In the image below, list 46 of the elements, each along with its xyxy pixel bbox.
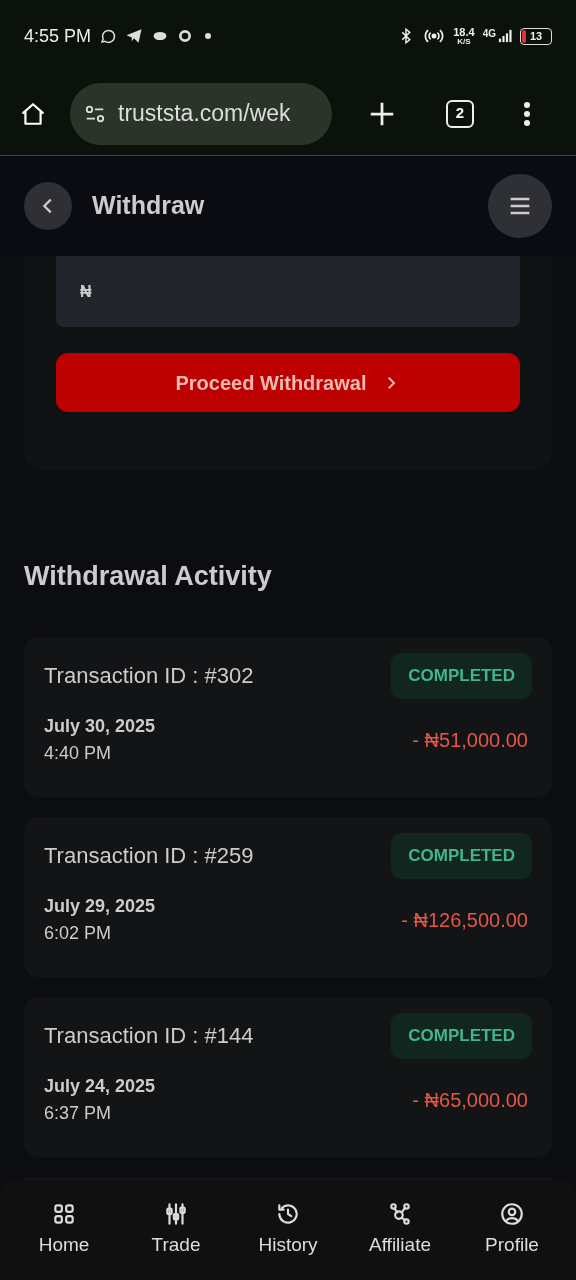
- status-badge: COMPLETED: [391, 1012, 532, 1059]
- transaction-date: July 24, 2025: [44, 1074, 156, 1098]
- nav-tab[interactable]: Home: [14, 1200, 114, 1260]
- url-text: truststa.com/wek: [118, 99, 291, 129]
- page-title: Withdraw: [92, 190, 206, 222]
- nav-tab[interactable]: Trade: [126, 1200, 226, 1260]
- status-badge: COMPLETED: [391, 832, 532, 879]
- paper-plane-icon: [125, 27, 144, 45]
- transaction-amount: - ₦51,000.00: [412, 727, 529, 753]
- transaction-card[interactable]: Transaction ID : #144 COMPLETED July 24, 2025 6:37 PM - ₦65,000.00: [24, 996, 552, 1157]
- chat-bubble-icon: [99, 27, 118, 45]
- sliders-icon: [163, 1200, 189, 1227]
- amount-field[interactable]: ₦: [56, 256, 520, 327]
- signal-icon: [498, 28, 512, 44]
- section-heading: Withdrawal Activity: [24, 560, 273, 593]
- transaction-id: Transaction ID : #144: [44, 1022, 254, 1050]
- nav-tab[interactable]: Affiliate: [350, 1200, 450, 1260]
- transaction-amount: - ₦126,500.00: [401, 907, 529, 933]
- transaction-time: 4:40 PM: [44, 741, 113, 765]
- url-bar[interactable]: truststa.com/wek: [70, 82, 332, 145]
- nav-tab[interactable]: Profile: [462, 1200, 562, 1260]
- status-time: 4:55 PM: [24, 24, 92, 48]
- nav-tab[interactable]: History: [238, 1200, 338, 1260]
- currency-symbol: ₦: [80, 281, 92, 302]
- transaction-id: Transaction ID : #302: [44, 662, 254, 690]
- transaction-date: July 29, 2025: [44, 894, 156, 918]
- transaction-id: Transaction ID : #259: [44, 842, 254, 870]
- profile-icon: [499, 1200, 525, 1227]
- battery-level: 13: [529, 28, 543, 44]
- transaction-card[interactable]: Transaction ID : #302 COMPLETED July 30, 2025 4:40 PM - ₦51,000.00: [24, 636, 552, 797]
- ring-icon: [177, 28, 194, 44]
- transaction-time: 6:02 PM: [44, 921, 113, 945]
- network-type: 4G: [482, 27, 496, 41]
- speed-unit: K/S: [457, 37, 471, 46]
- more-options-icon[interactable]: [523, 100, 532, 127]
- network-speed: 18.4: [453, 26, 475, 38]
- transaction-amount: - ₦65,000.00: [412, 1087, 529, 1113]
- proceed-withdrawal-button[interactable]: Proceed Withdrawal: [56, 353, 520, 412]
- tab-count-button[interactable]: 2: [446, 99, 474, 128]
- back-button[interactable]: [24, 182, 72, 230]
- status-badge: COMPLETED: [391, 652, 532, 699]
- transaction-date: July 30, 2025: [44, 714, 156, 738]
- home-icon[interactable]: [20, 100, 46, 127]
- transaction-card[interactable]: Transaction ID : #259 COMPLETED July 29, 2025 6:02 PM - ₦126,500.00: [24, 816, 552, 977]
- transaction-time: 6:37 PM: [44, 1101, 113, 1125]
- network-icon: [387, 1200, 413, 1227]
